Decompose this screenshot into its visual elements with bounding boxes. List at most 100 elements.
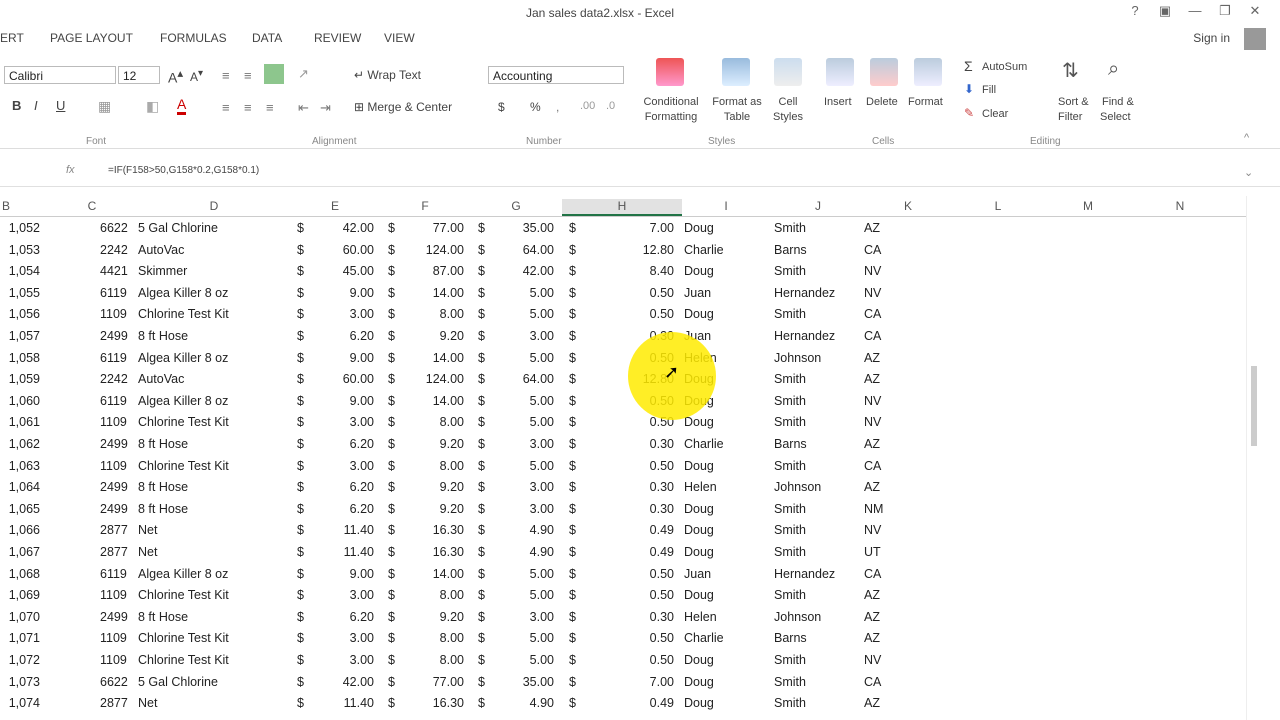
vertical-scrollbar[interactable] [1246, 196, 1261, 720]
cell-product-name[interactable]: Net [138, 696, 268, 710]
filter-label[interactable]: Filter [1058, 111, 1082, 123]
cell-last-name[interactable]: Hernandez [774, 286, 854, 300]
cell-cost[interactable]: 11.40 [310, 696, 374, 710]
cell-profit[interactable]: 5.00 [490, 351, 554, 365]
cell-first-name[interactable]: Doug [684, 675, 754, 689]
cell-product-code[interactable]: 6119 [100, 286, 136, 300]
number-format-select[interactable]: Accounting [488, 66, 624, 84]
cell-profit[interactable]: 3.00 [490, 502, 554, 516]
tab-formulas[interactable]: FORMULAS [160, 31, 227, 45]
column-header-h[interactable]: H [562, 199, 682, 216]
cell-first-name[interactable]: Doug [684, 523, 754, 537]
align-bottom-icon[interactable] [264, 64, 284, 84]
cell-product-code[interactable]: 6119 [100, 567, 136, 581]
cell-id[interactable]: 1,063 [4, 459, 40, 473]
minimize-icon[interactable]: — [1188, 4, 1202, 18]
cell-first-name[interactable]: Doug [684, 502, 754, 516]
cell-product-code[interactable]: 2877 [100, 545, 136, 559]
cell-cost[interactable]: 9.00 [310, 351, 374, 365]
function-icon[interactable]: fx [66, 164, 75, 176]
font-name-select[interactable]: Calibri [4, 66, 116, 84]
decrease-font-icon[interactable]: A▾ [190, 68, 203, 84]
cell-id[interactable]: 1,064 [4, 480, 40, 494]
cell-last-name[interactable]: Johnson [774, 351, 854, 365]
column-header-j[interactable]: J [808, 199, 828, 213]
cell-product-code[interactable]: 6622 [100, 221, 136, 235]
cell-state[interactable]: UT [864, 545, 894, 559]
cell-product-name[interactable]: 8 ft Hose [138, 480, 268, 494]
cell-profit[interactable]: 35.00 [490, 221, 554, 235]
cell-profit[interactable]: 5.00 [490, 286, 554, 300]
cell-profit[interactable]: 35.00 [490, 675, 554, 689]
cell-price[interactable]: 16.30 [400, 523, 464, 537]
formatting-label[interactable]: Formatting [638, 111, 704, 123]
cell-profit[interactable]: 3.00 [490, 610, 554, 624]
cell-price[interactable]: 9.20 [400, 502, 464, 516]
cell-profit[interactable]: 3.00 [490, 437, 554, 451]
help-icon[interactable]: ? [1128, 4, 1142, 18]
cell-first-name[interactable]: Doug [684, 264, 754, 278]
cell-cost[interactable]: 3.00 [310, 307, 374, 321]
cell-product-code[interactable]: 2877 [100, 696, 136, 710]
cell-state[interactable]: CA [864, 307, 894, 321]
insert-cells-icon[interactable] [826, 58, 854, 86]
cell-price[interactable]: 8.00 [400, 459, 464, 473]
cell-price[interactable]: 9.20 [400, 437, 464, 451]
cell-id[interactable]: 1,062 [4, 437, 40, 451]
column-header-e[interactable]: E [326, 199, 344, 213]
cell-state[interactable]: CA [864, 329, 894, 343]
cell-profit[interactable]: 42.00 [490, 264, 554, 278]
clear-icon[interactable]: ✎ [964, 106, 974, 120]
increase-font-icon[interactable]: A▴ [168, 66, 183, 86]
cell-commission[interactable]: 0.50 [584, 567, 674, 581]
cell-product-name[interactable]: 8 ft Hose [138, 329, 268, 343]
cell-commission[interactable]: 0.30 [584, 610, 674, 624]
cell-product-code[interactable]: 2499 [100, 329, 136, 343]
cell-state[interactable]: AZ [864, 437, 894, 451]
sort-filter-icon[interactable]: ⇅ [1062, 58, 1079, 83]
cell-price[interactable]: 16.30 [400, 545, 464, 559]
cell-product-name[interactable]: Algea Killer 8 oz [138, 567, 268, 581]
cell-price[interactable]: 9.20 [400, 610, 464, 624]
column-header-g[interactable]: G [506, 199, 526, 213]
cell-price[interactable]: 8.00 [400, 415, 464, 429]
cell-first-name[interactable]: Helen [684, 480, 754, 494]
column-header-b[interactable]: B [0, 199, 12, 213]
conditional-formatting-icon[interactable] [656, 58, 684, 86]
spreadsheet-grid[interactable]: 1,052 6622 5 Gal Chlorine $42.00 $77.00 $35.0… [0, 217, 1246, 720]
decrease-decimal-icon[interactable]: .0 [606, 100, 615, 112]
cell-state[interactable]: AZ [864, 631, 894, 645]
styles-label[interactable]: Styles [768, 111, 808, 123]
cell-product-name[interactable]: Chlorine Test Kit [138, 653, 268, 667]
cell-last-name[interactable]: Smith [774, 307, 854, 321]
cell-product-code[interactable]: 1109 [100, 307, 136, 321]
cell-product-code[interactable]: 2242 [100, 243, 136, 257]
cell-commission[interactable]: 0.30 [584, 502, 674, 516]
cell-first-name[interactable]: Doug [684, 459, 754, 473]
cell-state[interactable]: AZ [864, 480, 894, 494]
cell-product-code[interactable]: 1109 [100, 415, 136, 429]
cell-id[interactable]: 1,058 [4, 351, 40, 365]
cell-cost[interactable]: 6.20 [310, 610, 374, 624]
cell-cost[interactable]: 6.20 [310, 437, 374, 451]
align-top-icon[interactable]: ≡ [222, 68, 230, 83]
delete-cells-icon[interactable] [870, 58, 898, 86]
cell-profit[interactable]: 4.90 [490, 545, 554, 559]
cell-last-name[interactable]: Smith [774, 502, 854, 516]
cell-last-name[interactable]: Smith [774, 696, 854, 710]
cell-last-name[interactable]: Smith [774, 264, 854, 278]
clear-button[interactable]: Clear [982, 108, 1008, 120]
column-header-c[interactable]: C [84, 199, 100, 213]
cell-product-code[interactable]: 2499 [100, 502, 136, 516]
cell-last-name[interactable]: Smith [774, 523, 854, 537]
cell-state[interactable]: AZ [864, 610, 894, 624]
cell-price[interactable]: 8.00 [400, 588, 464, 602]
cell-first-name[interactable]: Charlie [684, 243, 754, 257]
cell-cost[interactable]: 11.40 [310, 523, 374, 537]
cell-product-code[interactable]: 6622 [100, 675, 136, 689]
cell-state[interactable]: AZ [864, 351, 894, 365]
cell-product-name[interactable]: Chlorine Test Kit [138, 631, 268, 645]
cell-id[interactable]: 1,060 [4, 394, 40, 408]
font-color-icon[interactable]: A [177, 96, 187, 115]
merge-center-button[interactable]: ⊞ Merge & Center [354, 100, 452, 114]
